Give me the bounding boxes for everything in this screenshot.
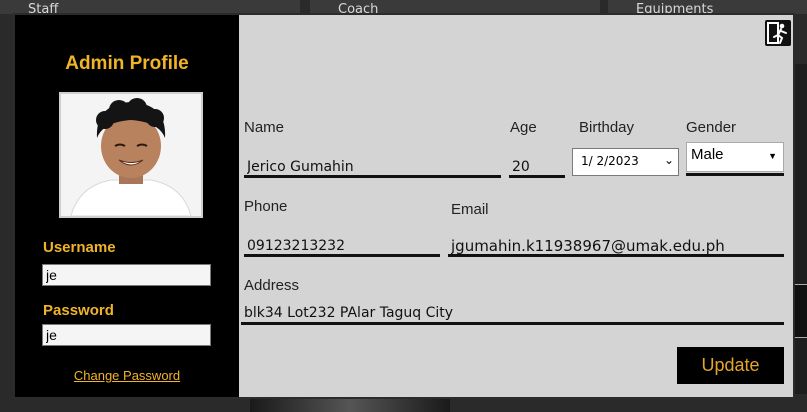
caret-down-icon[interactable]: ▼ bbox=[768, 151, 777, 161]
password-label: Password bbox=[43, 302, 114, 319]
gender-underline bbox=[686, 173, 784, 176]
chevron-down-icon[interactable]: ⌄ bbox=[664, 153, 674, 167]
exit-running-man-icon bbox=[767, 22, 787, 44]
bg-panel-edge bbox=[793, 64, 807, 394]
email-field[interactable] bbox=[448, 231, 784, 257]
age-field[interactable] bbox=[509, 152, 565, 178]
name-field[interactable] bbox=[244, 152, 501, 178]
email-label: Email bbox=[451, 201, 489, 218]
bg-tab-coach[interactable]: Coach bbox=[310, 0, 600, 14]
change-password-link[interactable]: Change Password bbox=[15, 368, 239, 383]
username-label: Username bbox=[43, 239, 116, 256]
bg-image-strip bbox=[250, 398, 450, 412]
bg-panel-box bbox=[794, 284, 807, 338]
phone-label: Phone bbox=[244, 198, 288, 215]
username-input[interactable] bbox=[42, 264, 211, 286]
update-button[interactable]: Update bbox=[677, 347, 784, 384]
bg-tab-staff[interactable]: Staff bbox=[0, 0, 300, 14]
avatar-photo bbox=[61, 94, 201, 216]
admin-profile-dialog: Admin Profile Username je Password je Ch… bbox=[13, 13, 795, 399]
avatar bbox=[59, 92, 203, 218]
birthday-date-picker[interactable]: 1/ 2/2023 ⌄ bbox=[572, 148, 679, 176]
age-label: Age bbox=[510, 119, 537, 136]
bg-tab-equipments[interactable]: Equipments bbox=[608, 0, 807, 14]
address-label: Address bbox=[244, 277, 300, 294]
birthday-value: 1/ 2/2023 bbox=[581, 154, 639, 168]
exit-button[interactable] bbox=[765, 20, 791, 46]
profile-sidebar: Admin Profile Username je Password je Ch… bbox=[15, 15, 239, 397]
gender-dropdown[interactable]: Male ▼ bbox=[686, 142, 784, 172]
gender-label: Gender bbox=[686, 119, 737, 136]
birthday-label: Birthday bbox=[579, 119, 635, 136]
name-label: Name bbox=[244, 119, 285, 136]
password-input[interactable] bbox=[42, 324, 211, 346]
gender-value: Male bbox=[691, 146, 724, 163]
panel-title: Admin Profile bbox=[65, 53, 189, 74]
address-field[interactable] bbox=[241, 299, 784, 325]
phone-field[interactable] bbox=[244, 231, 440, 257]
